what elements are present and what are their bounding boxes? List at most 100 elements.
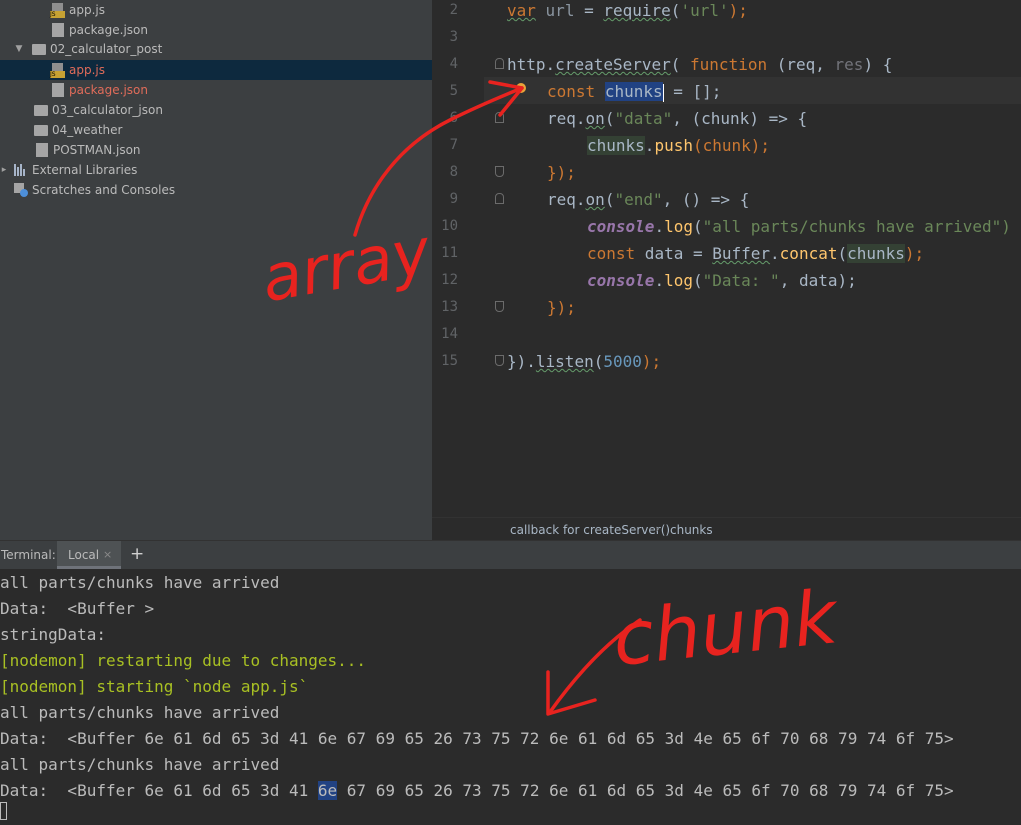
string-literal: "end": [614, 190, 663, 209]
tree-item-label: POSTMAN.json: [53, 143, 141, 157]
code-line-5: const chunks = [];: [547, 78, 721, 105]
code-line-6: req.on("data", (chunk) => {: [547, 105, 807, 132]
add-tab-button[interactable]: +: [130, 544, 144, 564]
tree-item-postman-json[interactable]: POSTMAN.json: [0, 140, 432, 160]
operator: =: [574, 1, 604, 20]
code-editor[interactable]: 2 3 4 5 6 7 8 9 10 11 12 13 14 15 var ur…: [432, 0, 1021, 517]
tree-item-package-json-2[interactable]: package.json: [0, 80, 432, 100]
punct: );: [904, 244, 925, 263]
terminal-line: Data: <Buffer 6e 61 6d 65 3d 41 6e 67 69…: [0, 729, 954, 748]
chevron-right-icon[interactable]: ▸: [0, 165, 8, 175]
js-file-icon: JS: [50, 2, 65, 18]
line-number: 4: [449, 56, 458, 72]
punct: (: [692, 217, 703, 236]
terminal-label: Terminal:: [1, 548, 56, 562]
code-line-2: var url = require('url');: [507, 0, 748, 24]
close-icon[interactable]: ×: [103, 548, 112, 561]
tree-folder-03-calculator-json[interactable]: 03_calculator_json: [0, 100, 432, 120]
fold-marker-icon[interactable]: [495, 355, 504, 366]
terminal-line: Data: <Buffer >: [0, 599, 155, 618]
fold-marker-icon[interactable]: [495, 193, 504, 204]
terminal-cursor: [0, 802, 7, 820]
line-number: 6: [449, 110, 458, 126]
terminal-output[interactable]: all parts/chunks have arrived Data: <Buf…: [0, 569, 1021, 825]
punct: );: [641, 352, 662, 371]
code-line-11: const data = Buffer.concat(chunks);: [587, 240, 924, 267]
line-number: 14: [441, 326, 458, 342]
terminal-line: all parts/chunks have arrived: [0, 755, 280, 774]
function-call: push: [654, 136, 693, 155]
folder-icon: [34, 104, 48, 116]
tree-item-app-js-selected[interactable]: JS app.js: [0, 60, 432, 80]
tab-local[interactable]: Local ×: [57, 541, 121, 569]
punct: .: [770, 244, 780, 263]
code-line-4: http.createServer( function (req, res) {: [507, 51, 892, 78]
punct: (: [604, 190, 615, 209]
keyword: var: [507, 1, 536, 20]
line-number: 12: [441, 272, 458, 288]
tree-item-label: 03_calculator_json: [52, 103, 163, 117]
chevron-down-icon[interactable]: ▼: [14, 44, 24, 54]
line-number: 8: [449, 164, 458, 180]
code-line-13: });: [547, 294, 576, 321]
code-rest: = [];: [663, 82, 722, 101]
punct: .: [644, 136, 655, 155]
tree-folder-04-weather[interactable]: 04_weather: [0, 120, 432, 140]
folder-icon: [34, 124, 48, 136]
punct: (: [670, 1, 681, 20]
fold-marker-icon[interactable]: [495, 112, 504, 123]
punct: .: [575, 109, 586, 128]
json-file-icon: [52, 23, 64, 37]
terminal-line: Data: <Buffer 6e 61 6d 65 3d 41 6e 67 69…: [0, 778, 954, 804]
intention-bulb-icon[interactable]: [516, 83, 526, 93]
number-literal: 5000: [603, 352, 642, 371]
tree-item-label: Scratches and Consoles: [32, 183, 176, 197]
tree-item-label: 04_weather: [52, 123, 123, 137]
fold-marker-icon[interactable]: [495, 58, 504, 69]
tree-item-label: package.json: [69, 83, 149, 97]
code-rest: (chunk);: [692, 136, 771, 155]
tree-item-label: app.js: [69, 63, 105, 77]
line-number: 3: [449, 29, 458, 45]
fold-marker-icon[interactable]: [495, 301, 504, 312]
tree-folder-02-calculator-post[interactable]: ▼ 02_calculator_post: [0, 39, 432, 59]
punct: (: [670, 55, 691, 74]
line-number: 13: [441, 299, 458, 315]
highlighted-identifier: chunks: [604, 82, 663, 101]
fold-marker-icon[interactable]: [495, 166, 504, 177]
highlighted-identifier: chunks: [847, 244, 905, 263]
punct: .: [545, 55, 556, 74]
punct: .: [575, 190, 586, 209]
terminal-text: 67 69 65 26 73 75 72 6e 61 6d 65 3d 4e 6…: [337, 781, 954, 800]
line-number: 2: [449, 2, 458, 18]
tree-item-label: package.json: [69, 23, 149, 37]
punct: .: [654, 217, 665, 236]
line-number: 7: [449, 137, 458, 153]
keyword: function: [690, 55, 768, 74]
console-identifier: console: [587, 271, 655, 290]
punct: (: [593, 352, 604, 371]
tree-external-libraries[interactable]: ▸ External Libraries: [0, 160, 432, 180]
breadcrumb-separator: ›: [655, 522, 660, 536]
code-rest: , data);: [779, 271, 857, 290]
punct: .: [654, 271, 665, 290]
tree-scratches-and-consoles[interactable]: Scratches and Consoles: [0, 180, 432, 200]
function-call: log: [664, 271, 693, 290]
code-line-12: console.log("Data: ", data);: [587, 267, 857, 294]
breadcrumb-item-callback[interactable]: callback for createServer(): [510, 523, 670, 537]
function-call: on: [585, 109, 605, 128]
tree-item-package-json-1[interactable]: package.json: [0, 20, 432, 40]
keyword: const: [587, 244, 636, 263]
highlighted-identifier: chunks: [587, 136, 645, 155]
selected-text: 6e: [317, 781, 338, 800]
json-file-icon: [36, 143, 48, 157]
code-line-15: }).listen(5000);: [507, 348, 661, 375]
punct: ) {: [863, 55, 893, 74]
function-call: createServer: [555, 55, 671, 74]
punct: (: [692, 271, 703, 290]
function-call: listen: [535, 352, 594, 371]
breadcrumb-item-chunks[interactable]: chunks: [670, 523, 713, 537]
terminal-toolbar: Terminal: Local × +: [0, 540, 1021, 570]
json-file-icon: [52, 83, 64, 97]
tree-item-app-js-1[interactable]: JS app.js: [0, 0, 432, 20]
